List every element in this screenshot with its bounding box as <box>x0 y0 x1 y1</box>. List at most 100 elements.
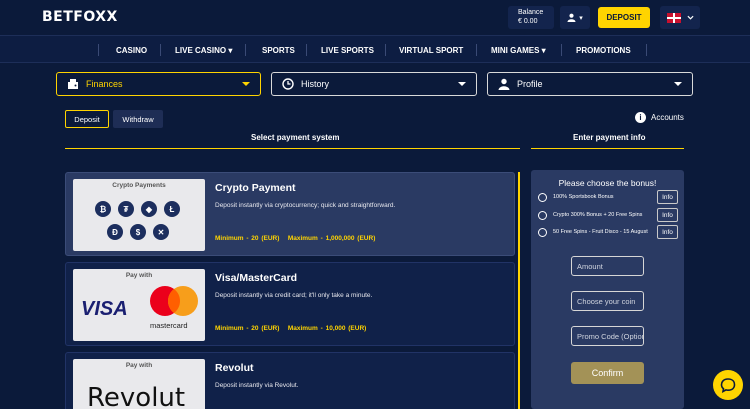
uk-flag-icon <box>666 12 681 23</box>
bonus-radio[interactable] <box>538 227 547 237</box>
nav-virtual-sport[interactable]: VIRTUAL SPORT <box>399 36 463 64</box>
payment-title: Revolut <box>215 362 254 374</box>
language-selector[interactable] <box>660 6 700 29</box>
nav-divider <box>561 44 562 56</box>
payment-info-panel: Please choose the bonus! 100% Sportsbook… <box>531 170 684 409</box>
coin-select-label: Choose your coin <box>577 296 636 306</box>
ripple-icon: ✕ <box>153 224 169 240</box>
payment-title: Visa/MasterCard <box>215 272 298 284</box>
bonus-title: Please choose the bonus! <box>558 178 657 188</box>
scroll-indicator[interactable] <box>518 172 520 409</box>
nav-divider <box>385 44 386 56</box>
nav-divider <box>98 44 99 56</box>
info-icon: i <box>635 112 646 123</box>
bonus-option[interactable]: 50 Free Spins - Fruit Disco - 15 August … <box>538 225 678 239</box>
nav-divider <box>245 44 246 56</box>
usd-coin-icon: $ <box>130 224 146 240</box>
visa-mastercard-logo: Pay with VISA mastercard <box>73 269 205 341</box>
nav-divider <box>306 44 307 56</box>
accounts-label: Accounts <box>651 113 684 122</box>
nav-sports[interactable]: SPORTS <box>262 36 295 64</box>
bonus-info-button[interactable]: Info <box>657 208 678 222</box>
enter-payment-heading: Enter payment info <box>573 133 646 142</box>
brand-logo[interactable]: BETFOXX <box>42 9 118 25</box>
revolut-logo-caption: Pay with <box>125 362 153 369</box>
bonus-option[interactable]: 100% Sportsbook Bonus Info <box>538 190 678 204</box>
nav-mini-games[interactable]: MINI GAMES ▾ <box>491 36 546 64</box>
nav-live-casino[interactable]: LIVE CASINO ▾ <box>175 36 232 64</box>
bonus-info-button[interactable]: Info <box>657 190 678 204</box>
caret-down-icon <box>458 82 466 86</box>
bonus-info-button[interactable]: Info <box>657 225 678 239</box>
payment-min: Minimum - 20 (EUR) <box>215 325 280 332</box>
payment-option-crypto[interactable]: Crypto Payments ₿ ₮ ◆ Ł Ð $ ✕ Crypto Pay… <box>65 172 515 256</box>
profile-dropdown[interactable]: Profile <box>487 72 693 96</box>
balance-box: Balance € 0.00 <box>508 6 554 29</box>
section-divider <box>531 148 684 149</box>
bonus-radio[interactable] <box>538 210 547 220</box>
history-dropdown[interactable]: History <box>271 72 477 96</box>
payment-description: Deposit instantly via Revolut. <box>215 382 299 389</box>
dogecoin-icon: Ð <box>107 224 123 240</box>
bitcoin-icon: ₿ <box>95 201 111 217</box>
visa-logo-caption: Pay with <box>125 272 153 279</box>
user-icon <box>567 13 576 22</box>
crypto-logo: Crypto Payments ₿ ₮ ◆ Ł Ð $ ✕ <box>73 179 205 251</box>
section-divider <box>65 148 520 149</box>
bonus-label: 50 Free Spins - Fruit Disco - 15 August <box>553 229 648 235</box>
mastercard-logo-text: mastercard <box>150 321 188 330</box>
profile-label: Profile <box>517 79 543 89</box>
coin-select[interactable]: Choose your coin <box>571 291 644 311</box>
crypto-logo-caption: Crypto Payments <box>112 182 166 189</box>
payment-description: Deposit instantly via credit card; it'll… <box>215 292 373 299</box>
user-menu-button[interactable]: ▾ <box>560 6 590 29</box>
nav-divider <box>476 44 477 56</box>
litecoin-icon: Ł <box>164 201 180 217</box>
confirm-button[interactable]: Confirm <box>571 362 644 384</box>
chevron-down-icon: ▾ <box>579 14 583 22</box>
promo-code-field[interactable]: Promo Code (Optional) <box>571 326 644 346</box>
amount-field[interactable]: Amount <box>571 256 644 276</box>
tab-deposit[interactable]: Deposit <box>65 110 109 128</box>
bonus-option[interactable]: Crypto 300% Bonus + 20 Free Spins Info <box>538 208 678 222</box>
chevron-down-icon <box>686 15 694 20</box>
caret-down-icon <box>242 82 250 86</box>
balance-label: Balance <box>518 9 544 16</box>
history-icon <box>282 78 294 90</box>
deposit-button[interactable]: DEPOSIT <box>598 7 650 28</box>
balance-value: € 0.00 <box>518 18 538 25</box>
bonus-label: 100% Sportsbook Bonus <box>553 194 614 200</box>
main-nav: CASINO LIVE CASINO ▾ SPORTS LIVE SPORTS … <box>0 35 750 63</box>
tab-withdraw[interactable]: Withdraw <box>113 110 163 128</box>
payment-min: Minimum - 20 (EUR) <box>215 235 280 242</box>
select-payment-heading: Select payment system <box>251 133 340 142</box>
history-label: History <box>301 79 330 89</box>
payment-limits: Minimum - 20 (EUR) Maximum - 1,000,000 (… <box>215 235 375 242</box>
user-icon <box>498 78 510 90</box>
top-bar: BETFOXX Balance € 0.00 ▾ DEPOSIT <box>0 0 750 34</box>
accounts-link[interactable]: i Accounts <box>635 112 684 123</box>
payment-option-visa-mastercard[interactable]: Pay with VISA mastercard Visa/MasterCard… <box>65 262 515 346</box>
nav-live-sports[interactable]: LIVE SPORTS <box>321 36 374 64</box>
ethereum-icon: ◆ <box>141 201 157 217</box>
finances-dropdown[interactable]: Finances <box>56 72 261 96</box>
revolut-logo: Pay with Revolut <box>73 359 205 409</box>
payment-max: Maximum - 10,000 (EUR) <box>287 325 367 332</box>
payment-max: Maximum - 1,000,000 (EUR) <box>287 235 376 242</box>
bonus-radio[interactable] <box>538 192 547 202</box>
nav-casino[interactable]: CASINO <box>116 36 147 64</box>
chat-button[interactable] <box>713 370 743 400</box>
payment-limits: Minimum - 20 (EUR) Maximum - 10,000 (EUR… <box>215 325 366 332</box>
wallet-icon <box>68 79 78 89</box>
visa-logo-text: VISA <box>81 298 128 320</box>
tether-icon: ₮ <box>118 201 134 217</box>
nav-promotions[interactable]: PROMOTIONS <box>576 36 631 64</box>
payment-description: Deposit instantly via cryptocurrency; qu… <box>215 202 396 209</box>
bonus-label: Crypto 300% Bonus + 20 Free Spins <box>553 212 643 218</box>
revolut-logo-text: Revolut <box>87 383 186 409</box>
finances-label: Finances <box>86 79 123 89</box>
nav-divider <box>646 44 647 56</box>
payment-option-revolut[interactable]: Pay with Revolut Revolut Deposit instant… <box>65 352 515 409</box>
payment-title: Crypto Payment <box>215 182 296 194</box>
mastercard-icon <box>150 286 198 316</box>
